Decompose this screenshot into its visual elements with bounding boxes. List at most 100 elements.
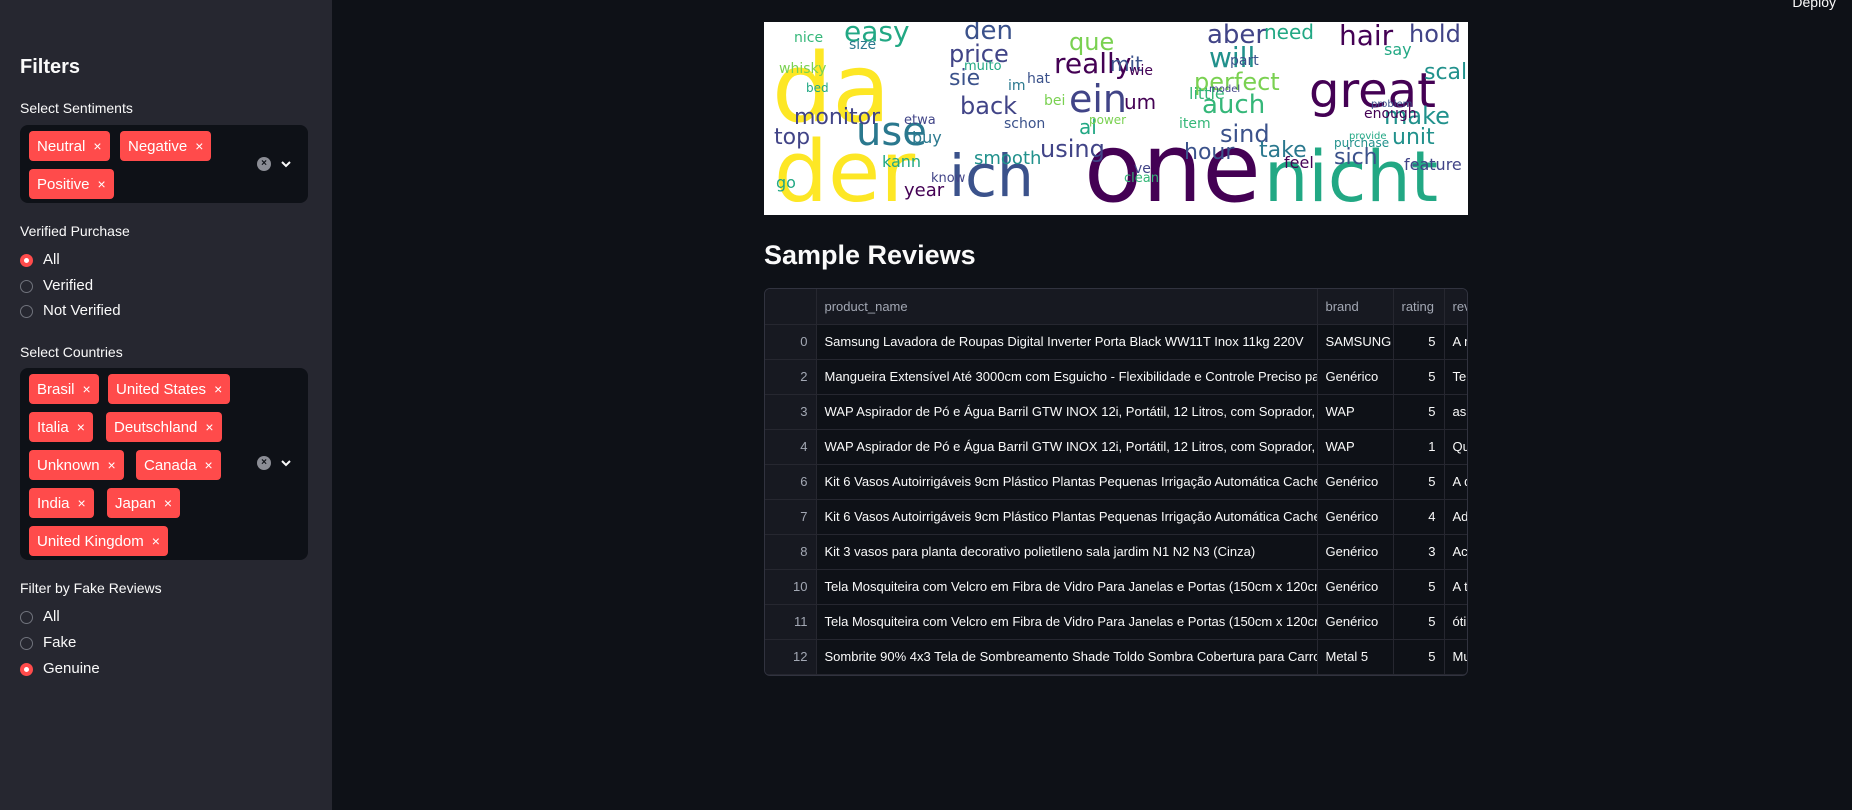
chip-unknown[interactable]: Unknown × bbox=[29, 450, 124, 480]
chip-deutschland[interactable]: Deutschland × bbox=[106, 412, 222, 442]
brand-cell[interactable]: Genérico bbox=[1317, 569, 1394, 605]
column-header-rating[interactable]: rating bbox=[1393, 289, 1445, 325]
row-index[interactable]: 12 bbox=[765, 639, 817, 675]
brand-cell[interactable]: Genérico bbox=[1317, 499, 1394, 535]
product-name-cell[interactable]: Mangueira Extensível Até 3000cm com Esgu… bbox=[816, 359, 1318, 395]
chip-remove-icon[interactable]: × bbox=[195, 138, 203, 154]
chip-remove-icon[interactable]: × bbox=[205, 419, 213, 435]
chip-united-states[interactable]: United States × bbox=[108, 374, 231, 404]
product-name-cell[interactable]: Kit 6 Vasos Autoirrigáveis 9cm Plástico … bbox=[816, 499, 1318, 535]
chip-negative[interactable]: Negative × bbox=[120, 131, 212, 161]
chip-remove-icon[interactable]: × bbox=[93, 138, 101, 154]
chip-brasil[interactable]: Brasil × bbox=[29, 374, 99, 404]
column-header-brand[interactable]: brand bbox=[1317, 289, 1394, 325]
chip-positive[interactable]: Positive × bbox=[29, 169, 114, 199]
row-index[interactable]: 8 bbox=[765, 534, 817, 570]
product-name-cell[interactable]: Tela Mosquiteira com Velcro em Fibra de … bbox=[816, 569, 1318, 605]
rating-cell[interactable]: 5 bbox=[1393, 324, 1445, 360]
brand-cell[interactable]: WAP bbox=[1317, 429, 1394, 465]
review-cell[interactable]: A q bbox=[1444, 464, 1467, 500]
table-row[interactable]: 6 Kit 6 Vasos Autoirrigáveis 9cm Plástico… bbox=[765, 464, 1467, 500]
deploy-button[interactable]: Deploy bbox=[1792, 0, 1836, 10]
rating-cell[interactable]: 5 bbox=[1393, 359, 1445, 395]
chip-remove-icon[interactable]: × bbox=[83, 381, 91, 397]
review-cell[interactable]: óti bbox=[1444, 604, 1467, 640]
review-cell[interactable]: A m bbox=[1444, 324, 1467, 360]
chip-canada[interactable]: Canada × bbox=[136, 450, 221, 480]
rating-cell[interactable]: 5 bbox=[1393, 464, 1445, 500]
word-cloud-word: um bbox=[1124, 90, 1157, 114]
chip-united-kingdom[interactable]: United Kingdom × bbox=[29, 526, 168, 556]
chip-remove-icon[interactable]: × bbox=[78, 495, 86, 511]
review-cell[interactable]: Mu bbox=[1444, 639, 1467, 675]
column-header-product-name[interactable]: product_name bbox=[816, 289, 1318, 325]
review-cell[interactable]: Ter bbox=[1444, 359, 1467, 395]
rating-cell[interactable]: 5 bbox=[1393, 639, 1445, 675]
row-index[interactable]: 0 bbox=[765, 324, 817, 360]
row-index[interactable]: 7 bbox=[765, 499, 817, 535]
rating-cell[interactable]: 5 bbox=[1393, 604, 1445, 640]
review-cell[interactable]: Ach bbox=[1444, 534, 1467, 570]
table-row[interactable]: 3 WAP Aspirador de Pó e Água Barril GTW I… bbox=[765, 394, 1467, 430]
column-header-review[interactable]: review bbox=[1444, 289, 1467, 325]
brand-cell[interactable]: Genérico bbox=[1317, 359, 1394, 395]
row-index[interactable]: 4 bbox=[765, 429, 817, 465]
chip-remove-icon[interactable]: × bbox=[108, 457, 116, 473]
column-header-index[interactable] bbox=[765, 289, 817, 325]
table-row[interactable]: 8 Kit 3 vasos para planta decorativo poli… bbox=[765, 534, 1467, 570]
product-name-cell[interactable]: WAP Aspirador de Pó e Água Barril GTW IN… bbox=[816, 429, 1318, 465]
chevron-down-icon[interactable] bbox=[280, 158, 292, 170]
product-name-cell[interactable]: Sombrite 90% 4x3 Tela de Sombreamento Sh… bbox=[816, 639, 1318, 675]
product-name-cell[interactable]: Kit 6 Vasos Autoirrigáveis 9cm Plástico … bbox=[816, 464, 1318, 500]
sentiments-multiselect[interactable]: Neutral × Negative × Positive × × bbox=[20, 125, 308, 203]
word-cloud-word: bei bbox=[1044, 93, 1066, 109]
chip-remove-icon[interactable]: × bbox=[152, 533, 160, 549]
table-row[interactable]: 10 Tela Mosquiteira com Velcro em Fibra d… bbox=[765, 569, 1467, 605]
table-row[interactable]: 12 Sombrite 90% 4x3 Tela de Sombreamento … bbox=[765, 639, 1467, 675]
brand-cell[interactable]: Genérico bbox=[1317, 604, 1394, 640]
chip-japan[interactable]: Japan × bbox=[107, 488, 181, 518]
row-index[interactable]: 2 bbox=[765, 359, 817, 395]
review-cell[interactable]: Ade bbox=[1444, 499, 1467, 535]
brand-cell[interactable]: SAMSUNG bbox=[1317, 324, 1394, 360]
row-index[interactable]: 11 bbox=[765, 604, 817, 640]
product-name-cell[interactable]: Tela Mosquiteira com Velcro em Fibra de … bbox=[816, 604, 1318, 640]
review-cell[interactable]: asp bbox=[1444, 394, 1467, 430]
product-name-cell[interactable]: Samsung Lavadora de Roupas Digital Inver… bbox=[816, 324, 1318, 360]
product-name-cell[interactable]: WAP Aspirador de Pó e Água Barril GTW IN… bbox=[816, 394, 1318, 430]
row-index[interactable]: 3 bbox=[765, 394, 817, 430]
rating-cell[interactable]: 3 bbox=[1393, 534, 1445, 570]
rating-cell[interactable]: 5 bbox=[1393, 569, 1445, 605]
reviews-table[interactable]: product_name brand rating review 0Samsun… bbox=[764, 288, 1468, 676]
chip-remove-icon[interactable]: × bbox=[214, 381, 222, 397]
chevron-down-icon[interactable] bbox=[280, 457, 292, 469]
rating-cell[interactable]: 5 bbox=[1393, 394, 1445, 430]
chip-remove-icon[interactable]: × bbox=[98, 176, 106, 192]
row-index[interactable]: 6 bbox=[765, 464, 817, 500]
rating-cell[interactable]: 1 bbox=[1393, 429, 1445, 465]
chip-label: India bbox=[37, 495, 70, 512]
clear-all-icon[interactable]: × bbox=[257, 456, 271, 470]
countries-multiselect[interactable]: Brasil × United States × Italia × Deutschla… bbox=[20, 368, 308, 560]
chip-italia[interactable]: Italia × bbox=[29, 412, 93, 442]
product-name-cell[interactable]: Kit 3 vasos para planta decorativo polie… bbox=[816, 534, 1318, 570]
row-index[interactable]: 10 bbox=[765, 569, 817, 605]
chip-remove-icon[interactable]: × bbox=[164, 495, 172, 511]
table-row[interactable]: 2 Mangueira Extensível Até 3000cm com Esg… bbox=[765, 359, 1467, 395]
rating-cell[interactable]: 4 bbox=[1393, 499, 1445, 535]
table-row[interactable]: 0 Samsung Lavadora de Roupas Digital Inve… bbox=[765, 324, 1467, 360]
table-row[interactable]: 4 WAP Aspirador de Pó e Água Barril GTW I… bbox=[765, 429, 1467, 465]
chip-neutral[interactable]: Neutral × bbox=[29, 131, 110, 161]
table-row[interactable]: 7 Kit 6 Vasos Autoirrigáveis 9cm Plástico… bbox=[765, 499, 1467, 535]
chip-remove-icon[interactable]: × bbox=[205, 457, 213, 473]
chip-india[interactable]: India × bbox=[29, 488, 94, 518]
table-row[interactable]: 11 Tela Mosquiteira com Velcro em Fibra d… bbox=[765, 604, 1467, 640]
chip-remove-icon[interactable]: × bbox=[77, 419, 85, 435]
clear-all-icon[interactable]: × bbox=[257, 157, 271, 171]
brand-cell[interactable]: Genérico bbox=[1317, 534, 1394, 570]
review-cell[interactable]: A te bbox=[1444, 569, 1467, 605]
brand-cell[interactable]: WAP bbox=[1317, 394, 1394, 430]
brand-cell[interactable]: Metal 5 bbox=[1317, 639, 1394, 675]
review-cell[interactable]: Qu bbox=[1444, 429, 1467, 465]
brand-cell[interactable]: Genérico bbox=[1317, 464, 1394, 500]
